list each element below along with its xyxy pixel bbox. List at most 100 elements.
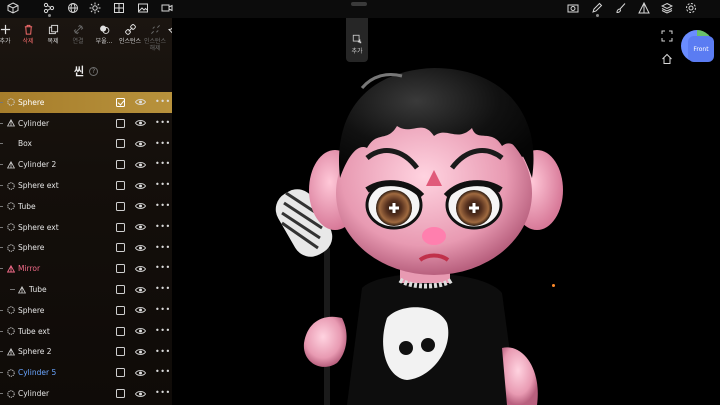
more-options-icon[interactable]: •••	[155, 222, 171, 231]
object-row[interactable]: Sphere •••	[0, 300, 172, 321]
fullscreen-icon[interactable]	[661, 30, 673, 42]
more-options-icon[interactable]: •••	[155, 326, 171, 335]
object-row[interactable]: Box •••	[0, 134, 172, 155]
object-name: Mirror	[18, 264, 41, 274]
settings-icon[interactable]	[684, 1, 698, 15]
more-options-icon[interactable]: •••	[155, 243, 171, 252]
more-options-icon[interactable]: •••	[155, 97, 171, 106]
drag-handle[interactable]	[351, 2, 367, 6]
select-checkbox[interactable]	[116, 181, 125, 191]
image-icon[interactable]	[136, 1, 150, 15]
more-options-icon[interactable]: •••	[155, 201, 171, 210]
duplicate-button[interactable]: 복제	[40, 22, 66, 52]
visibility-eye-icon[interactable]	[135, 161, 146, 169]
select-checkbox[interactable]	[116, 243, 125, 253]
grid-icon[interactable]	[112, 1, 126, 15]
view-cube-front[interactable]: Front	[688, 36, 714, 62]
sphere-icon	[6, 368, 15, 377]
sun-icon[interactable]	[88, 1, 102, 15]
visibility-eye-icon[interactable]	[135, 244, 146, 252]
select-checkbox[interactable]	[116, 368, 125, 378]
sphere-icon	[6, 223, 15, 232]
more-options-icon[interactable]: •••	[155, 159, 171, 168]
connect-button[interactable]: 연결	[65, 22, 91, 52]
select-checkbox[interactable]	[116, 326, 125, 336]
object-row[interactable]: Sphere ext •••	[0, 217, 172, 238]
add-object-button[interactable]: 추가	[346, 18, 368, 62]
more-options-icon[interactable]: •••	[155, 263, 171, 272]
visibility-eye-icon[interactable]	[135, 348, 146, 356]
mesh-icon	[6, 347, 15, 356]
select-checkbox[interactable]	[116, 118, 125, 128]
more-options-icon[interactable]: •••	[155, 388, 171, 397]
visibility-eye-icon[interactable]	[135, 140, 146, 148]
visibility-eye-icon[interactable]	[135, 369, 146, 377]
node-graph-icon[interactable]	[42, 1, 56, 17]
visibility-eye-icon[interactable]	[135, 98, 146, 106]
more-options-icon[interactable]: •••	[155, 118, 171, 127]
object-row[interactable]: Sphere 2 •••	[0, 342, 172, 363]
select-checkbox[interactable]	[116, 285, 125, 295]
pen-icon[interactable]	[590, 1, 604, 17]
visibility-eye-icon[interactable]	[135, 265, 146, 273]
more-options-icon[interactable]: •••	[155, 284, 171, 293]
delete-button[interactable]: 삭제	[15, 22, 41, 52]
tree-line	[0, 330, 3, 332]
object-row[interactable]: Tube •••	[0, 279, 172, 300]
visibility-eye-icon[interactable]	[135, 119, 146, 127]
tree-line	[10, 289, 15, 291]
brush-icon[interactable]	[614, 1, 628, 15]
object-row[interactable]: Sphere •••	[0, 92, 172, 113]
object-row[interactable]: Tube ext •••	[0, 321, 172, 342]
scene-title: 씬	[73, 65, 85, 78]
object-row[interactable]: Mirror •••	[0, 258, 172, 279]
select-checkbox[interactable]	[116, 97, 125, 107]
object-row[interactable]: Cylinder 2 •••	[0, 154, 172, 175]
object-row[interactable]: Cylinder •••	[0, 383, 172, 404]
select-checkbox[interactable]	[116, 347, 125, 357]
mesh-icon	[6, 160, 15, 169]
more-options-icon[interactable]: •••	[155, 367, 171, 376]
boolean-button[interactable]: 부울...	[91, 22, 117, 52]
select-checkbox[interactable]	[116, 201, 125, 211]
cube-icon[interactable]	[6, 1, 20, 15]
object-name: Sphere ext	[18, 222, 59, 232]
select-checkbox[interactable]	[116, 389, 125, 399]
layers-triangle-icon[interactable]	[637, 1, 651, 15]
object-row[interactable]: Sphere •••	[0, 238, 172, 259]
stack-icon[interactable]	[660, 1, 674, 15]
home-icon[interactable]	[661, 53, 673, 65]
object-name: Sphere ext	[18, 181, 59, 191]
visibility-eye-icon[interactable]	[135, 202, 146, 210]
instance-button[interactable]: 인스턴스	[117, 22, 143, 52]
object-list: Sphere ••• Cylinder ••• Box ••• Cylinder 2 ••• S…	[0, 92, 172, 404]
select-checkbox[interactable]	[116, 160, 125, 170]
3d-viewport[interactable]: 추가 Front	[172, 18, 720, 405]
object-row[interactable]: Cylinder •••	[0, 113, 172, 134]
character-model	[275, 68, 563, 405]
select-checkbox[interactable]	[116, 305, 125, 315]
video-icon[interactable]	[160, 1, 174, 15]
object-row[interactable]: Sphere ext •••	[0, 175, 172, 196]
more-options-icon[interactable]: •••	[155, 347, 171, 356]
select-checkbox[interactable]	[116, 139, 125, 149]
object-name: Sphere	[18, 97, 45, 107]
camera-icon[interactable]	[566, 1, 580, 15]
sphere-icon	[6, 98, 15, 107]
object-row[interactable]: Cylinder 5 •••	[0, 362, 172, 383]
visibility-eye-icon[interactable]	[135, 223, 146, 231]
more-options-icon[interactable]: •••	[155, 180, 171, 189]
visibility-eye-icon[interactable]	[135, 306, 146, 314]
visibility-eye-icon[interactable]	[135, 286, 146, 294]
more-options-icon[interactable]: •••	[155, 305, 171, 314]
object-name: Box	[18, 139, 32, 149]
select-checkbox[interactable]	[116, 264, 125, 274]
more-options-icon[interactable]: •••	[155, 139, 171, 148]
visibility-eye-icon[interactable]	[135, 327, 146, 335]
visibility-eye-icon[interactable]	[135, 182, 146, 190]
visibility-eye-icon[interactable]	[135, 390, 146, 398]
help-icon[interactable]: ?	[89, 66, 99, 76]
object-row[interactable]: Tube •••	[0, 196, 172, 217]
select-checkbox[interactable]	[116, 222, 125, 232]
globe-icon[interactable]	[66, 1, 80, 15]
